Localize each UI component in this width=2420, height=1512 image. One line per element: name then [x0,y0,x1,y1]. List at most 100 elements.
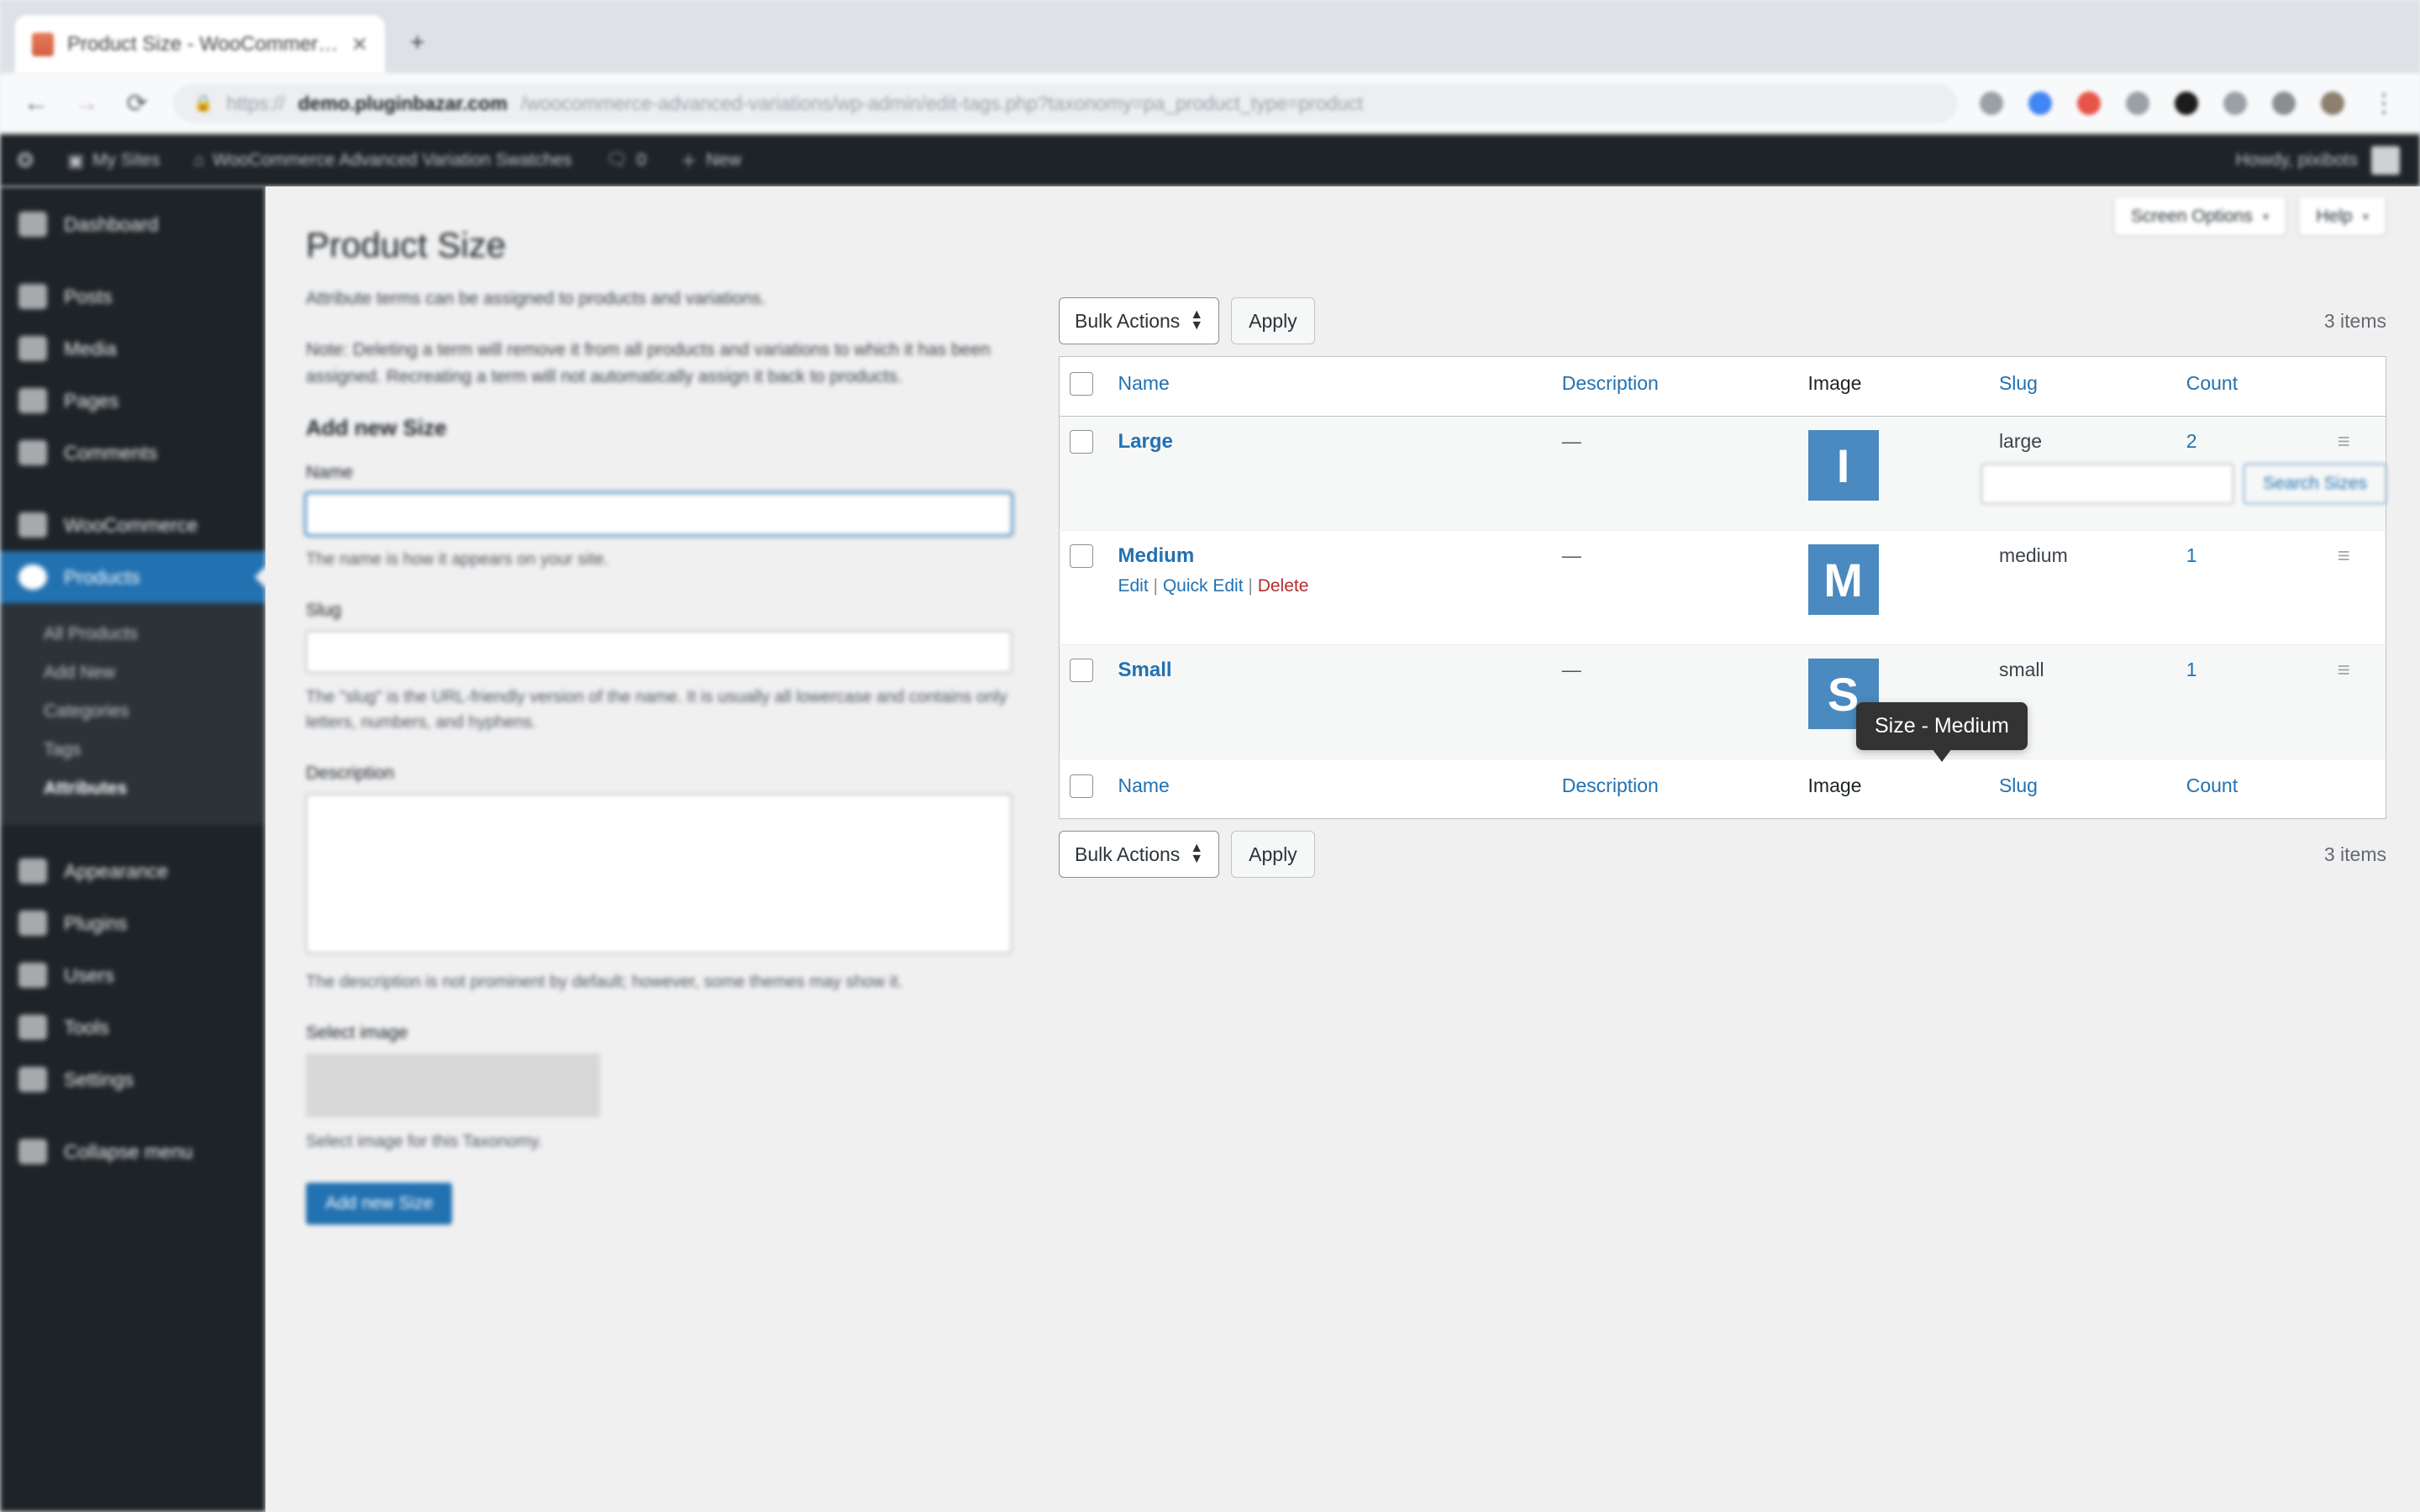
term-swatch-icon[interactable]: I [1807,430,1879,501]
bulk-actions-select-bottom[interactable]: Bulk Actions ▲ ▼ [1059,831,1220,878]
column-header-name[interactable]: Name [1108,357,1552,417]
adminbar-comments[interactable]: 🗨 0 [589,134,663,186]
search-submit-button[interactable]: Search Sizes [2244,464,2386,504]
adminbar-site-name[interactable]: ⌂ WooCommerce Advanced Variation Swatche… [176,134,588,186]
sidebar-item-add-new[interactable]: Add New [0,654,266,692]
apply-button-bottom[interactable]: Apply [1231,831,1315,878]
term-count-link[interactable]: 2 [2186,430,2197,452]
select-image-label: Select image [306,1022,408,1042]
tab-strip: Product Size - WooCommer… ✕ + [0,0,2420,74]
term-swatch-icon[interactable]: M [1807,544,1879,615]
sidebar-item-tools[interactable]: Tools [0,1001,266,1053]
term-name-link[interactable]: Small [1118,659,1542,682]
browser-tab[interactable]: Product Size - WooCommer… ✕ [15,15,385,74]
drag-handle-icon[interactable]: ≡ [2338,544,2360,566]
extension-icon-6[interactable] [2223,92,2247,115]
comments-icon [18,440,47,465]
row-image-cell: I [1798,417,1989,531]
close-icon[interactable]: ✕ [351,33,368,57]
extension-icon-3[interactable] [2077,92,2101,115]
forward-icon[interactable]: → [72,89,101,118]
sidebar-item-label: Tools [64,1016,109,1038]
adminbar-new-label: New [706,150,742,170]
extension-icon-5[interactable] [2175,92,2198,115]
sidebar-item-dashboard[interactable]: Dashboard [0,198,266,250]
column-header-description[interactable]: Description [1552,357,1798,417]
adminbar-new-content[interactable]: ＋ New [663,134,758,186]
table-footer-row: Name Description Image Slug Count [1059,759,2386,819]
row-actions-separator: | [1153,576,1158,596]
browser-menu-icon[interactable]: ⋮ [2370,89,2398,118]
apply-button-top[interactable]: Apply [1231,297,1315,344]
term-count-link[interactable]: 1 [2186,659,2197,680]
extension-icon-4[interactable] [2126,92,2149,115]
sidebar-item-woocommerce[interactable]: WooCommerce [0,499,266,551]
sidebar-item-products[interactable]: Products [0,551,266,603]
sidebar-item-users[interactable]: Users [0,949,266,1001]
column-header-slug[interactable]: Slug [1989,357,2176,417]
row-checkbox[interactable] [1070,430,1093,454]
select-all-checkbox[interactable] [1070,372,1093,396]
sidebar-item-categories[interactable]: Categories [0,692,266,731]
adminbar-my-sites-label: My Sites [92,150,160,170]
sidebar-item-collapse-menu[interactable]: Collapse menu [0,1126,266,1178]
row-checkbox[interactable] [1070,544,1093,568]
terms-table-wrapper: Bulk Actions ▲▼ Apply 3 items Name Desc [1059,286,2386,1225]
sidebar-item-settings[interactable]: Settings [0,1053,266,1105]
sidebar-item-appearance[interactable]: Appearance [0,845,266,897]
delete-link[interactable]: Delete [1258,576,1309,596]
sidebar-item-tags[interactable]: Tags [0,731,266,769]
row-checkbox[interactable] [1070,659,1093,682]
table-header-row: Name Description Image Slug Count [1059,357,2386,417]
select-image-placeholder[interactable] [306,1053,600,1117]
term-count-link[interactable]: 1 [2186,544,2197,566]
extension-icon-2[interactable] [2028,92,2052,115]
products-icon [18,564,47,590]
drag-handle-icon[interactable]: ≡ [2338,430,2360,452]
sidebar-item-comments[interactable]: Comments [0,427,266,479]
address-bar[interactable]: 🔒 https:// demo.pluginbazar.com /woocomm… [173,84,1958,123]
url-scheme: https:// [226,92,285,114]
sidebar-item-attributes[interactable]: Attributes [0,769,266,808]
search-input[interactable] [1981,464,2234,504]
new-tab-button[interactable]: + [410,29,425,57]
term-slug: small [1998,659,2044,680]
column-footer-count[interactable]: Count [2176,759,2328,819]
column-header-count[interactable]: Count [2176,357,2328,417]
adminbar-account[interactable]: Howdy, pixibots [2235,146,2420,175]
description-textarea[interactable] [306,793,1012,953]
sidebar-item-pages[interactable]: Pages [0,375,266,427]
search-form: Search Sizes [1981,464,2386,504]
row-name-cell: Large [1108,417,1552,531]
add-new-size-button[interactable]: Add new Size [306,1182,453,1225]
extension-icon-1[interactable] [1980,92,2003,115]
slug-input[interactable] [306,630,1012,673]
term-name-link[interactable]: Large [1118,430,1542,454]
sidebar-item-media[interactable]: Media [0,323,266,375]
wordpress-logo-icon[interactable]: ❂ [0,134,50,186]
drag-handle-icon[interactable]: ≡ [2338,659,2360,680]
admin-body: Dashboard Posts Media Pages Comments Woo… [0,186,2420,1512]
column-footer-name[interactable]: Name [1108,759,1552,819]
term-description: — [1561,659,1581,680]
row-handle-cell: ≡ [2328,531,2386,645]
back-icon[interactable]: ← [22,89,50,118]
adminbar-my-sites[interactable]: ▣ My Sites [50,134,176,186]
reload-icon[interactable]: ⟳ [123,89,151,118]
name-input[interactable] [306,492,1012,535]
sidebar-item-posts[interactable]: Posts [0,270,266,323]
extension-icon-7[interactable] [2272,92,2296,115]
edit-link[interactable]: Edit [1118,576,1149,596]
column-footer-description[interactable]: Description [1552,759,1798,819]
sidebar-item-all-products[interactable]: All Products [0,615,266,654]
bulk-actions-select-top[interactable]: Bulk Actions ▲ ▼ [1059,297,1220,344]
term-name-link[interactable]: Medium [1118,544,1542,568]
sidebar-item-plugins[interactable]: Plugins [0,897,266,949]
chevron-updown-icon: ▲ ▼ [1190,307,1204,333]
select-all-checkbox-footer[interactable] [1070,774,1093,798]
browser-toolbar: ← → ⟳ 🔒 https:// demo.pluginbazar.com /w… [0,74,2420,134]
home-icon: ⌂ [193,150,205,170]
quick-edit-link[interactable]: Quick Edit [1163,576,1244,596]
column-footer-slug[interactable]: Slug [1989,759,2176,819]
profile-avatar-icon[interactable] [2321,92,2344,115]
